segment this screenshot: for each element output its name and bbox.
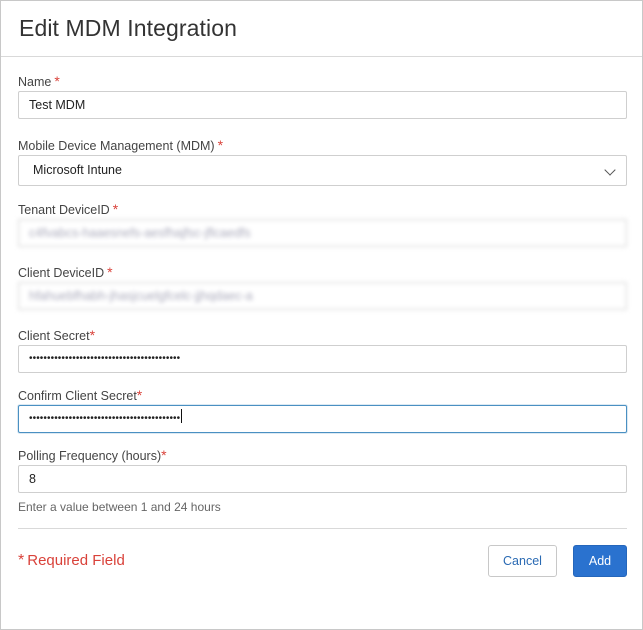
required-asterisk: * — [136, 387, 143, 403]
confirm-secret-label: Confirm Client Secret* — [18, 387, 143, 403]
required-asterisk: * — [161, 447, 167, 463]
required-asterisk: * — [112, 201, 119, 217]
mdm-selected-value: Microsoft Intune — [33, 163, 122, 177]
name-input[interactable] — [18, 91, 627, 119]
footer-divider — [18, 528, 627, 529]
confirm-secret-field-group: Confirm Client Secret* •••••••••••••••••… — [18, 387, 627, 433]
polling-field-group: Polling Frequency (hours)* Enter a value… — [18, 447, 627, 514]
client-secret-field-group: Client Secret* •••••••••••••••••••••••••… — [18, 327, 627, 373]
required-asterisk: * — [217, 137, 224, 153]
mdm-select[interactable]: Microsoft Intune — [18, 155, 627, 186]
dialog-header: Edit MDM Integration — [1, 1, 642, 57]
polling-label: Polling Frequency (hours)* — [18, 447, 167, 463]
cancel-button[interactable]: Cancel — [488, 545, 557, 577]
add-button[interactable]: Add — [573, 545, 627, 577]
edit-mdm-dialog: Edit MDM Integration Name* Mobile Device… — [0, 0, 643, 630]
name-field-group: Name * — [18, 73, 627, 119]
dialog-title: Edit MDM Integration — [19, 15, 238, 41]
client-secret-input[interactable]: ••••••••••••••••••••••••••••••••••••••••… — [18, 345, 627, 373]
mdm-label: Mobile Device Management (MDM) * — [18, 137, 224, 153]
client-id-input[interactable] — [18, 282, 627, 310]
polling-help-text: Enter a value between 1 and 24 hours — [18, 500, 221, 514]
client-id-field-group: Client DeviceID * — [18, 264, 627, 310]
name-label: Name * — [18, 73, 60, 89]
confirm-secret-masked-value: ••••••••••••••••••••••••••••••••••••••••… — [29, 413, 181, 424]
tenant-id-label: Tenant DeviceID * — [18, 201, 119, 217]
required-asterisk: * — [54, 73, 60, 89]
tenant-id-input[interactable] — [18, 219, 627, 247]
chevron-down-icon — [604, 164, 616, 176]
mdm-field-group: Mobile Device Management (MDM) * Microsof… — [18, 137, 627, 186]
client-secret-label: Client Secret* — [18, 327, 96, 343]
confirm-secret-input[interactable]: ••••••••••••••••••••••••••••••••••••••••… — [18, 405, 627, 433]
client-secret-masked-value: ••••••••••••••••••••••••••••••••••••••••… — [29, 353, 181, 364]
required-asterisk: * — [107, 264, 113, 280]
required-asterisk: * — [18, 552, 25, 569]
text-caret — [181, 409, 183, 423]
required-asterisk: * — [89, 327, 96, 343]
polling-frequency-input[interactable] — [18, 465, 627, 493]
required-field-text: Required Field — [27, 552, 125, 569]
tenant-id-field-group: Tenant DeviceID * — [18, 201, 627, 247]
client-id-label: Client DeviceID * — [18, 264, 113, 280]
required-field-note: * Required Field — [18, 552, 125, 570]
